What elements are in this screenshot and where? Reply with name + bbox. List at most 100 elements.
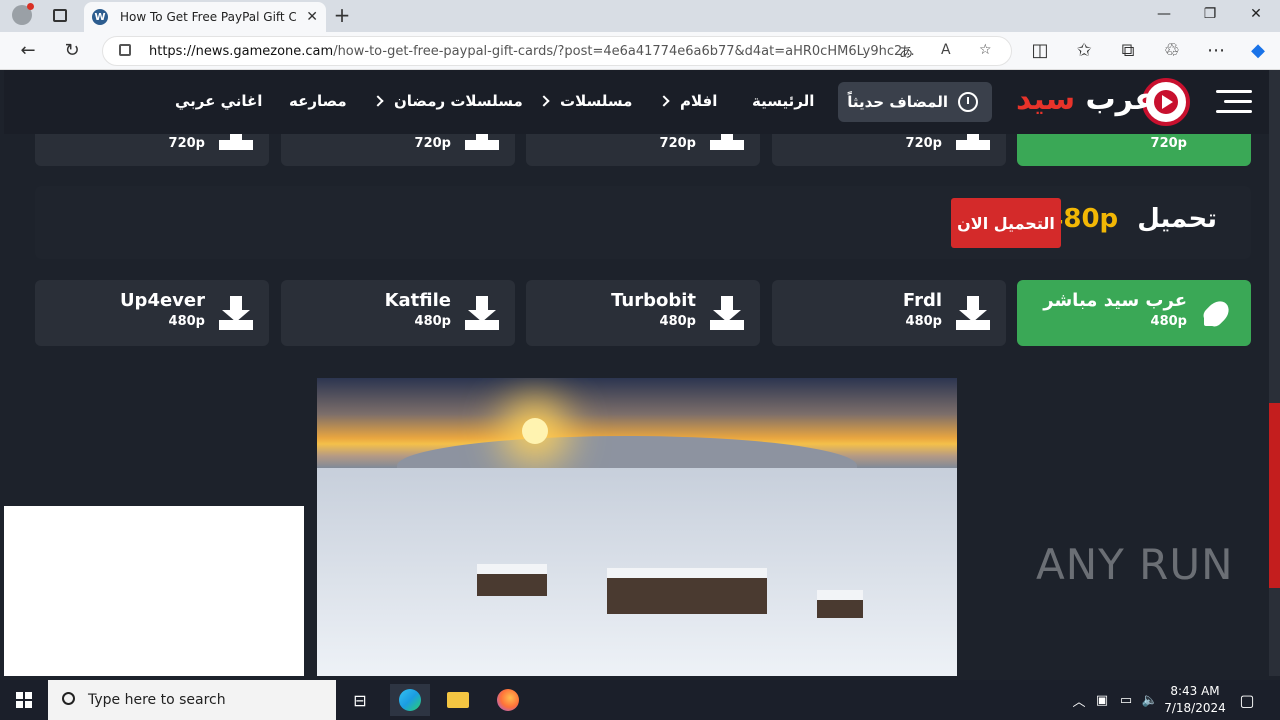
download-icon xyxy=(219,140,253,150)
download-icon xyxy=(710,140,744,150)
download-card-720-up4ever[interactable]: 720p xyxy=(35,134,269,166)
page-scrollbar[interactable] xyxy=(1269,70,1280,676)
card-name: Turbobit xyxy=(611,290,696,311)
browser-toolbar: ← ↻ https://news.gamezone.cam/how-to-get… xyxy=(0,32,1280,70)
nav-wrestling-label: مصارعه xyxy=(289,92,347,110)
nav-songs-label: اغاني عربي xyxy=(175,92,263,110)
tab-title: How To Get Free PayPal Gift Card xyxy=(120,10,296,24)
minimize-button[interactable]: — xyxy=(1154,6,1174,22)
download-now-button[interactable]: التحميل الان xyxy=(951,198,1061,248)
windows-taskbar: Type here to search ⊟ ︿ ▣ ▭ 🔈 8:43 AM 7/… xyxy=(0,680,1280,720)
quality-label: 720p xyxy=(905,136,942,151)
download-card-720-katfile[interactable]: 720p xyxy=(281,134,515,166)
extensions-icon[interactable]: ♲ xyxy=(1160,40,1184,62)
chevron-left-icon xyxy=(658,95,670,107)
download-icon xyxy=(465,296,499,330)
card-name: Katfile xyxy=(384,290,451,311)
rocket-icon xyxy=(1200,296,1235,330)
close-tab-icon[interactable]: ✕ xyxy=(306,9,318,25)
close-window-button[interactable]: ✕ xyxy=(1246,6,1266,22)
nav-ramadan-series[interactable]: مسلسلات رمضان xyxy=(372,92,523,110)
clock-time: 8:43 AM xyxy=(1170,684,1220,698)
profile-icon[interactable] xyxy=(12,3,34,25)
nav-wrestling[interactable]: مصارعه xyxy=(289,92,347,110)
download-section-header: تحميل 480p التحميل الان xyxy=(35,186,1251,259)
download-card-up4ever[interactable]: Up4ever 480p xyxy=(35,280,269,346)
notifications-icon[interactable]: ▢ xyxy=(1232,684,1262,716)
history-icon xyxy=(958,92,978,112)
search-placeholder: Type here to search xyxy=(88,692,226,708)
url-host: https://news.gamezone.cam xyxy=(149,43,334,59)
refresh-icon[interactable]: ↻ xyxy=(60,40,84,62)
favorites-icon[interactable]: ✩ xyxy=(1072,40,1096,62)
card-quality: 480p xyxy=(414,314,451,329)
quality-label: 720p xyxy=(659,136,696,151)
site-logo[interactable]: عرب سيد xyxy=(1016,82,1155,117)
quality-label: 720p xyxy=(414,136,451,151)
download-card-turbobit[interactable]: Turbobit 480p xyxy=(526,280,760,346)
taskbar-search-box[interactable]: Type here to search xyxy=(48,680,336,720)
translate-icon[interactable]: あ xyxy=(899,42,913,62)
download-icon xyxy=(710,296,744,330)
scrollbar-thumb[interactable] xyxy=(1269,403,1280,588)
split-screen-icon[interactable]: ◫ xyxy=(1028,40,1052,62)
snow-landscape-image xyxy=(317,378,957,676)
url-path: /how-to-get-free-paypal-gift-cards/?post… xyxy=(333,43,915,59)
download-icon xyxy=(219,296,253,330)
windows-start-icon[interactable] xyxy=(16,692,32,708)
firefox-icon[interactable] xyxy=(488,684,528,716)
browser-tab-bar: W How To Get Free PayPal Gift Card ✕ + —… xyxy=(0,0,1280,32)
meet-now-icon[interactable]: ▣ xyxy=(1090,684,1114,716)
nav-home[interactable]: الرئيسية xyxy=(752,92,814,110)
card-quality: 480p xyxy=(659,314,696,329)
download-card-720-frdl[interactable]: 720p xyxy=(772,134,1006,166)
card-name: عرب سيد مباشر xyxy=(1043,290,1187,311)
site-header: عرب سيد المضاف حديثاً الرئيسية افلام مسل… xyxy=(4,70,1269,134)
new-tab-button[interactable]: + xyxy=(332,4,352,26)
nav-series[interactable]: مسلسلات xyxy=(538,92,632,110)
download-card-frdl[interactable]: Frdl 480p xyxy=(772,280,1006,346)
card-name: Frdl xyxy=(902,290,942,311)
chevron-left-icon xyxy=(538,95,550,107)
nav-ramadan-label: مسلسلات رمضان xyxy=(394,92,523,110)
download-card-direct[interactable]: عرب سيد مباشر 480p xyxy=(1017,280,1251,346)
card-quality: 480p xyxy=(905,314,942,329)
section-title: تحميل 480p xyxy=(1045,204,1217,234)
collections-icon[interactable]: ⧉ xyxy=(1116,40,1140,62)
edge-taskbar-icon[interactable] xyxy=(390,684,430,716)
address-bar[interactable]: https://news.gamezone.cam/how-to-get-fre… xyxy=(102,36,1012,66)
wordpress-icon: W xyxy=(92,9,108,25)
chevron-left-icon xyxy=(372,95,384,107)
download-card-720-turbobit[interactable]: 720p xyxy=(526,134,760,166)
taskbar-clock[interactable]: 8:43 AM 7/18/2024 xyxy=(1164,683,1226,717)
browser-tab[interactable]: W How To Get Free PayPal Gift Card ✕ xyxy=(84,2,326,32)
copilot-icon[interactable]: ◆ xyxy=(1246,40,1270,62)
recently-added-button[interactable]: المضاف حديثاً xyxy=(838,82,992,122)
read-aloud-icon[interactable]: A xyxy=(941,42,951,58)
file-explorer-icon[interactable] xyxy=(438,684,478,716)
recently-added-label: المضاف حديثاً xyxy=(847,93,948,111)
maximize-button[interactable]: ❐ xyxy=(1200,6,1220,22)
lock-icon xyxy=(119,44,131,56)
nav-arabic-songs[interactable]: اغاني عربي xyxy=(175,92,262,110)
hamburger-menu-icon[interactable] xyxy=(1216,90,1252,114)
section-title-text: تحميل xyxy=(1137,204,1217,234)
nav-movies[interactable]: افلام xyxy=(658,92,718,110)
back-icon[interactable]: ← xyxy=(16,40,40,62)
download-card-katfile[interactable]: Katfile 480p xyxy=(281,280,515,346)
tab-actions-icon[interactable] xyxy=(53,9,67,22)
task-view-icon[interactable]: ⊟ xyxy=(340,684,380,716)
search-icon xyxy=(62,692,75,705)
logo-word-1: عرب xyxy=(1085,82,1155,117)
nav-home-label: الرئيسية xyxy=(752,92,815,110)
more-menu-icon[interactable]: ⋯ xyxy=(1204,40,1228,62)
download-card-720-direct[interactable]: 720p xyxy=(1017,134,1251,166)
network-icon[interactable]: ▭ xyxy=(1114,684,1138,716)
clock-date: 7/18/2024 xyxy=(1164,701,1226,715)
download-icon xyxy=(465,140,499,150)
volume-icon[interactable]: 🔈 xyxy=(1138,684,1162,716)
quality-label: 720p xyxy=(168,136,205,151)
favorite-star-icon[interactable]: ☆ xyxy=(979,42,992,58)
nav-movies-label: افلام xyxy=(680,92,718,110)
download-icon xyxy=(956,296,990,330)
